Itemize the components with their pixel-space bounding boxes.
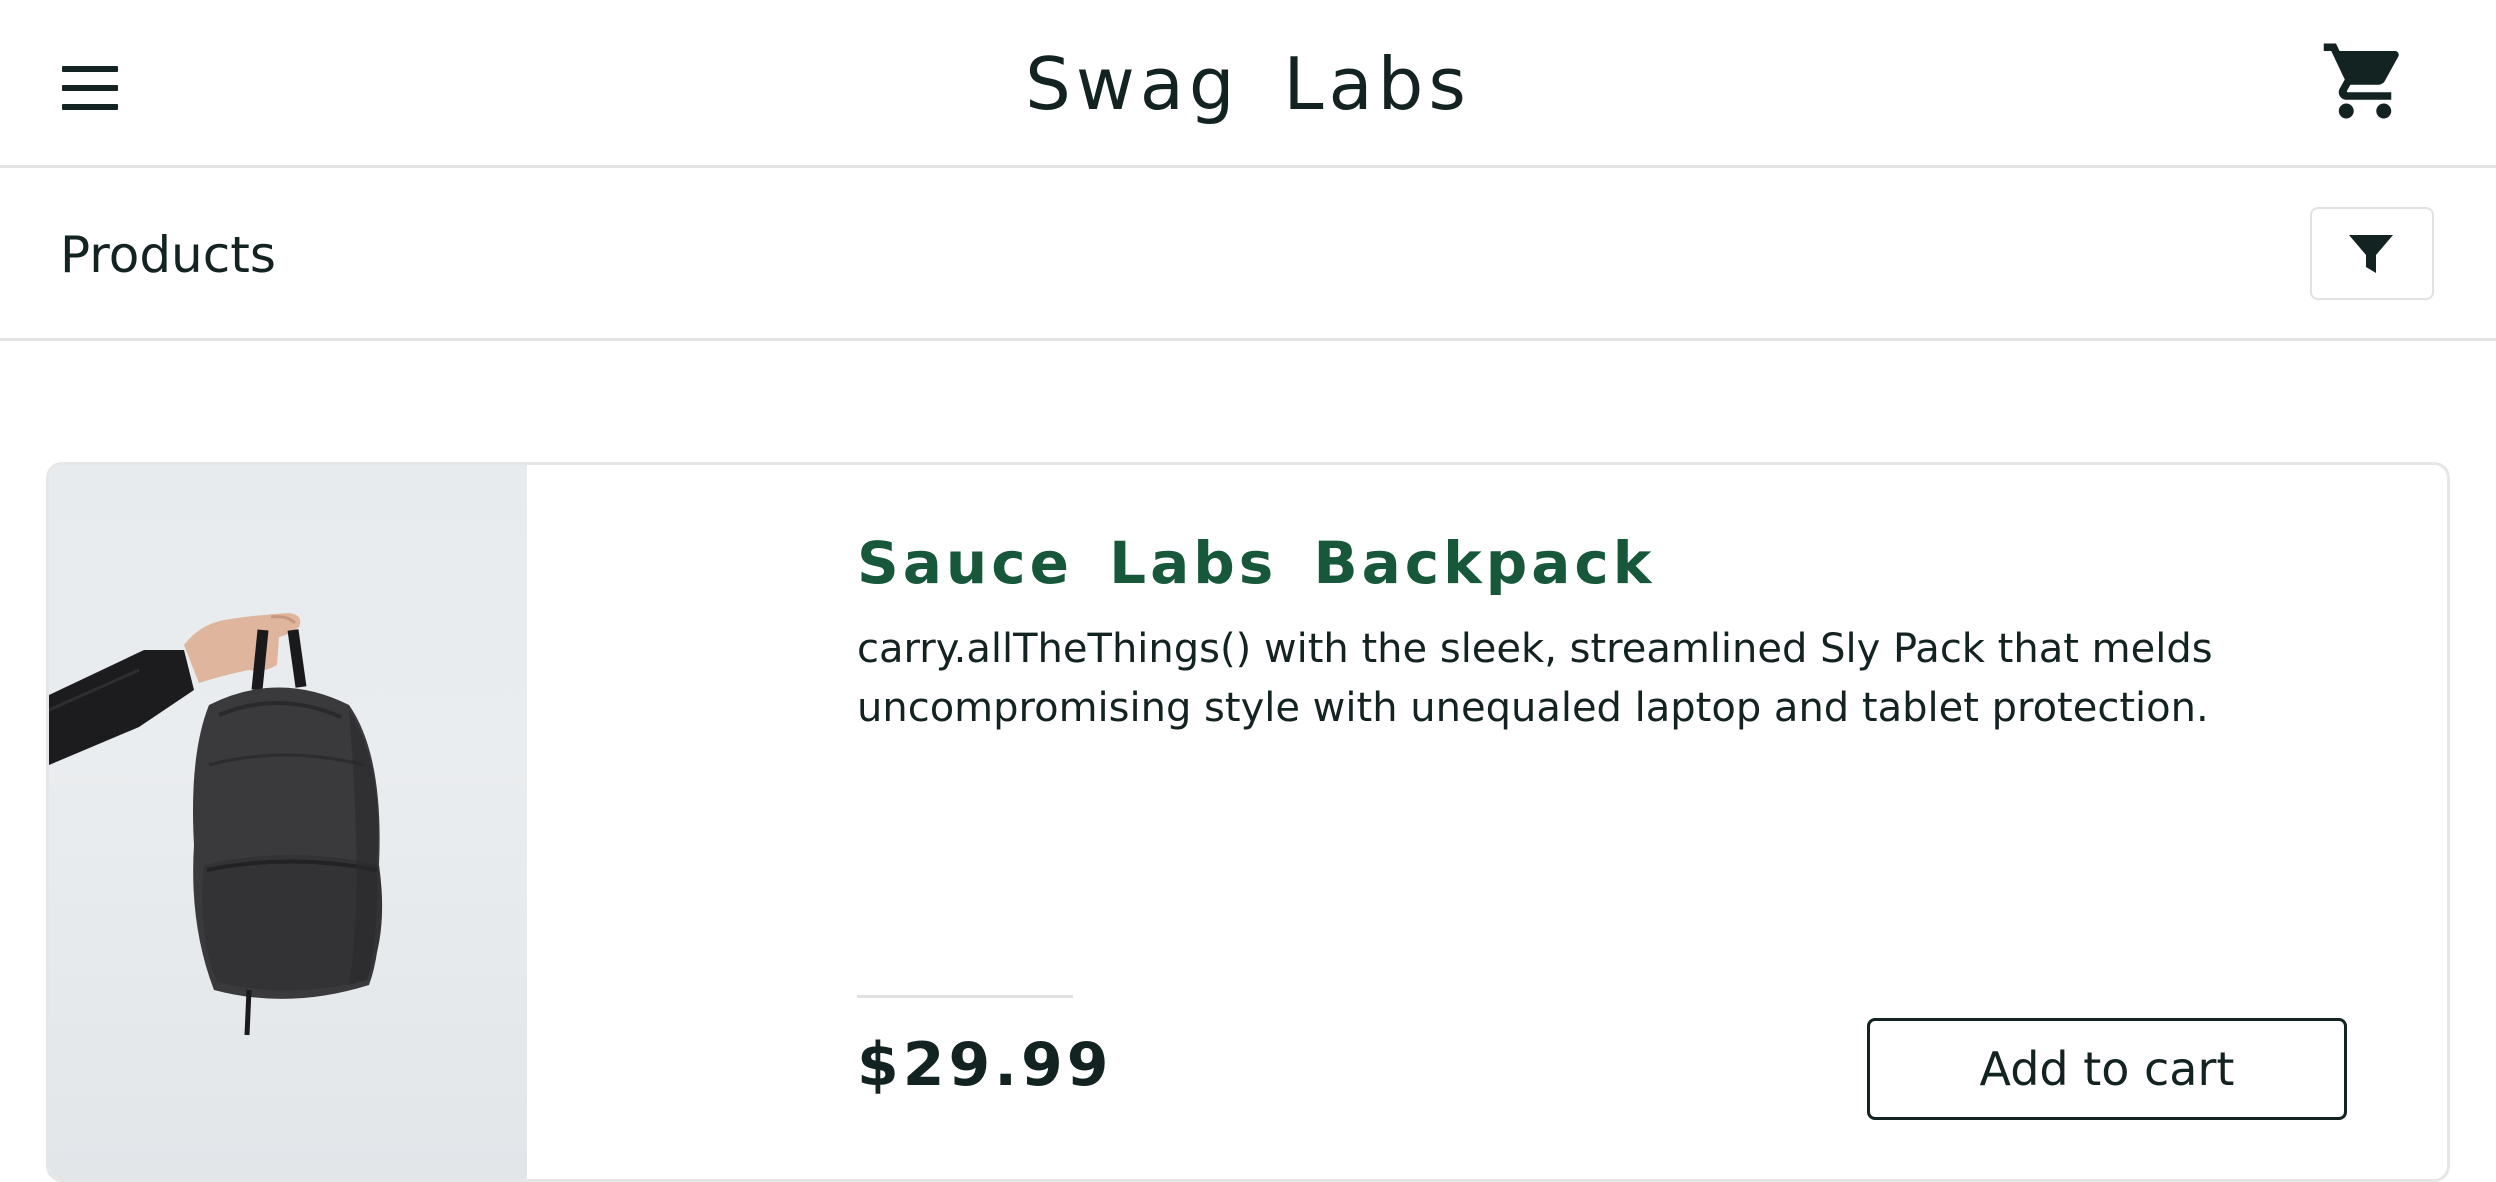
product-image[interactable] xyxy=(49,465,527,1179)
cart-button[interactable] xyxy=(2320,36,2410,126)
app-title: Swag Labs xyxy=(1025,42,1471,126)
shopping-cart-icon xyxy=(2323,43,2399,119)
filter-funnel-icon xyxy=(2349,235,2393,273)
product-name-link[interactable]: Sauce Labs Backpack xyxy=(857,523,1655,603)
price-divider xyxy=(857,995,1073,998)
add-to-cart-button[interactable]: Add to cart xyxy=(1867,1018,2347,1120)
product-description: carry.allTheThings() with the sleek, str… xyxy=(857,626,2213,731)
page-title: Products xyxy=(60,226,276,284)
app-header: Swag Labs xyxy=(0,0,2496,168)
product-price: $29.99 xyxy=(857,1030,1113,1100)
inventory-item: Sauce Labs Backpack carry.allTheThings()… xyxy=(46,462,2450,1182)
backpack-image xyxy=(49,613,383,1036)
sort-filter-button[interactable] xyxy=(2310,207,2434,300)
products-subheader: Products xyxy=(0,168,2496,341)
